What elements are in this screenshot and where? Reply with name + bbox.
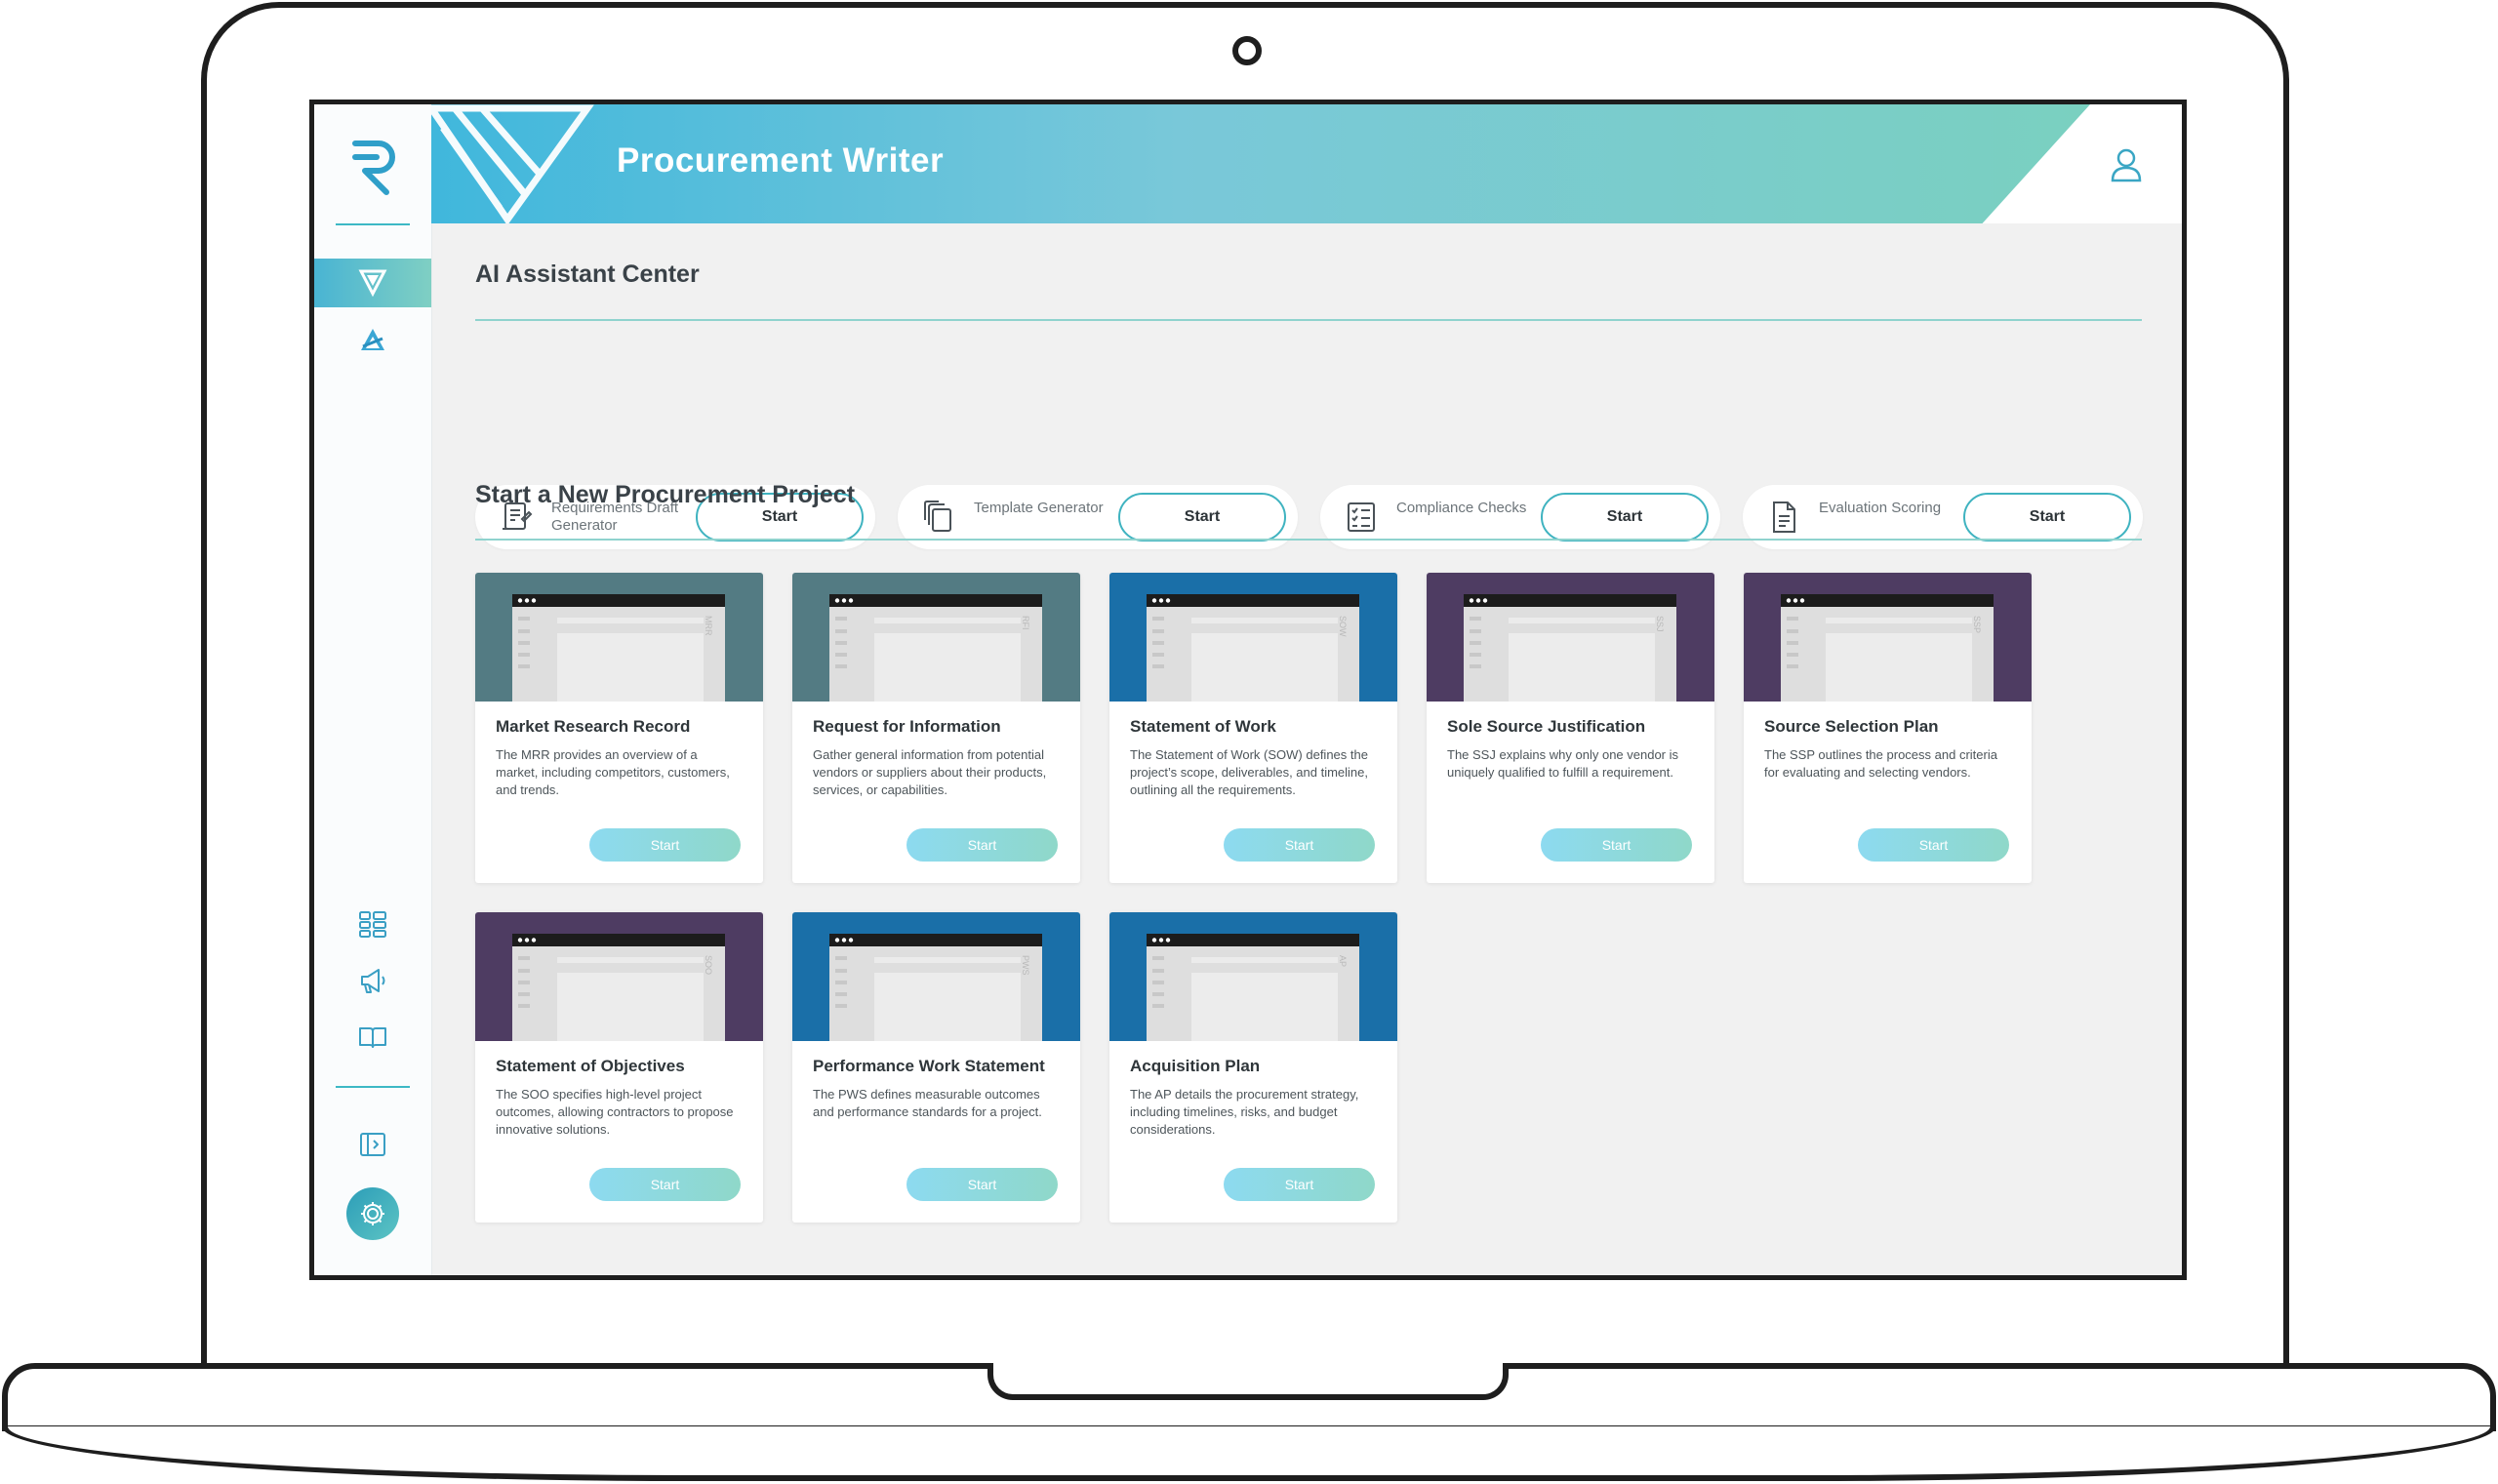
project-thumbnail — [1427, 573, 1714, 702]
user-profile-button[interactable] — [2110, 147, 2143, 182]
megaphone-icon — [361, 969, 385, 993]
project-card[interactable]: Performance Work Statement The PWS define… — [792, 912, 1080, 1223]
project-card-description: The PWS defines measurable outcomes and … — [813, 1087, 1042, 1119]
checklist-icon — [1348, 502, 1375, 532]
project-abbreviation: SOO — [704, 955, 713, 976]
project-card-title: Statement of Objectives — [496, 1057, 685, 1075]
sidebar-item-tri-stack[interactable] — [355, 323, 390, 358]
project-card[interactable]: Market Research Record The MRR provides a… — [475, 573, 763, 883]
project-card-title: Request for Information — [813, 717, 1001, 736]
project-thumbnail — [792, 912, 1080, 1041]
app-title: Procurement Writer — [617, 141, 945, 180]
project-abbreviation: MRR — [704, 616, 713, 636]
project-thumbnail — [1109, 573, 1397, 702]
project-start-button[interactable]: Start — [1224, 828, 1375, 862]
tool-start-button[interactable]: Start — [1541, 493, 1709, 541]
sidebar — [314, 104, 432, 1275]
project-card-title: Market Research Record — [496, 717, 691, 736]
sidebar-item-library[interactable] — [355, 1020, 390, 1055]
triangle-logo-icon — [358, 269, 387, 298]
project-card-title: Performance Work Statement — [813, 1057, 1045, 1075]
settings-button[interactable] — [346, 1187, 399, 1240]
project-abbreviation: SSJ — [1655, 616, 1665, 632]
panel-expand-icon — [360, 1133, 385, 1156]
project-start-button[interactable]: Start — [907, 1168, 1058, 1201]
tool-label: Compliance Checks — [1396, 500, 1527, 516]
project-card[interactable]: Source Selection Plan The SSP outlines th… — [1744, 573, 2032, 883]
tool-label: Evaluation Scoring — [1819, 500, 1942, 516]
project-start-button[interactable]: Start — [589, 828, 741, 862]
project-start-button[interactable]: Start — [1224, 1168, 1375, 1201]
project-thumbnail — [792, 573, 1080, 702]
sidebar-item-procurement[interactable] — [314, 259, 431, 307]
section-divider — [475, 539, 2142, 541]
laptop-notch — [987, 1363, 1509, 1400]
project-thumbnail — [475, 573, 763, 702]
project-card[interactable]: Sole Source Justification The SSJ explain… — [1427, 573, 1714, 883]
project-thumbnail — [1744, 573, 2032, 702]
header-triangle-decoration — [431, 104, 594, 223]
project-card[interactable]: Statement of Objectives The SOO specifies… — [475, 912, 763, 1223]
projects-title: Start a New Procurement Project — [475, 481, 856, 508]
settings-gear-icon — [361, 1202, 384, 1225]
project-thumbnail — [1109, 912, 1397, 1041]
project-start-button[interactable]: Start — [1541, 828, 1692, 862]
project-card-description: The MRR provides an overview of a market… — [496, 747, 730, 797]
project-card-title: Sole Source Justification — [1447, 717, 1646, 736]
app-header: Procurement Writer — [431, 104, 2182, 223]
project-start-button[interactable]: Start — [589, 1168, 741, 1201]
project-abbreviation: SOW — [1338, 616, 1348, 637]
brand-logo-icon[interactable] — [347, 136, 398, 198]
document-score-icon — [1773, 501, 1795, 533]
project-card[interactable]: Statement of Work The Statement of Work (… — [1109, 573, 1397, 883]
sidebar-item-dashboard[interactable] — [355, 906, 390, 942]
project-card-title: Source Selection Plan — [1764, 717, 1939, 736]
project-card-description: The AP details the procurement strategy,… — [1130, 1087, 1359, 1137]
dashboard-grid-icon — [359, 911, 386, 938]
sidebar-divider — [336, 1086, 410, 1088]
project-card-description: The SSP outlines the process and criteri… — [1764, 747, 1997, 780]
tool-label: Template Generator — [974, 500, 1104, 516]
sidebar-divider — [336, 223, 410, 225]
copy-template-icon — [924, 501, 951, 532]
project-card[interactable]: Request for Information Gather general in… — [792, 573, 1080, 883]
tri-stack-icon — [361, 329, 384, 350]
sidebar-expand-button[interactable] — [355, 1127, 390, 1162]
project-card-description: The SOO specifies high-level project out… — [496, 1087, 734, 1137]
project-abbreviation: AP — [1338, 955, 1348, 968]
project-card-title: Statement of Work — [1130, 717, 1276, 736]
project-start-button[interactable]: Start — [1858, 828, 2009, 862]
tool-start-button[interactable]: Start — [1118, 493, 1286, 541]
sidebar-item-announcements[interactable] — [355, 963, 390, 998]
project-start-button[interactable]: Start — [907, 828, 1058, 862]
project-abbreviation: PWS — [1021, 955, 1030, 976]
project-card[interactable]: Acquisition Plan The AP details the procu… — [1109, 912, 1397, 1223]
book-icon — [359, 1027, 386, 1048]
main-content: AI Assistant Center Requirements Draft G… — [431, 223, 2182, 1275]
ai-assistant-title: AI Assistant Center — [475, 261, 700, 288]
tool-start-button[interactable]: Start — [1963, 493, 2131, 541]
project-card-description: The SSJ explains why only one vendor is … — [1447, 747, 1679, 780]
user-icon — [2111, 148, 2142, 182]
project-thumbnail — [475, 912, 763, 1041]
project-card-title: Acquisition Plan — [1130, 1057, 1261, 1075]
webcam — [1232, 36, 1262, 65]
laptop-base-bottom — [2, 1426, 2496, 1481]
project-abbreviation: SSP — [1972, 616, 1982, 634]
app-screen: Procurement Writer AI Assistant Center R… — [309, 100, 2187, 1280]
section-divider — [475, 319, 2142, 321]
project-abbreviation: RFI — [1021, 616, 1030, 630]
project-card-description: Gather general information from potentia… — [813, 747, 1047, 797]
project-card-description: The Statement of Work (SOW) defines the … — [1130, 747, 1369, 797]
